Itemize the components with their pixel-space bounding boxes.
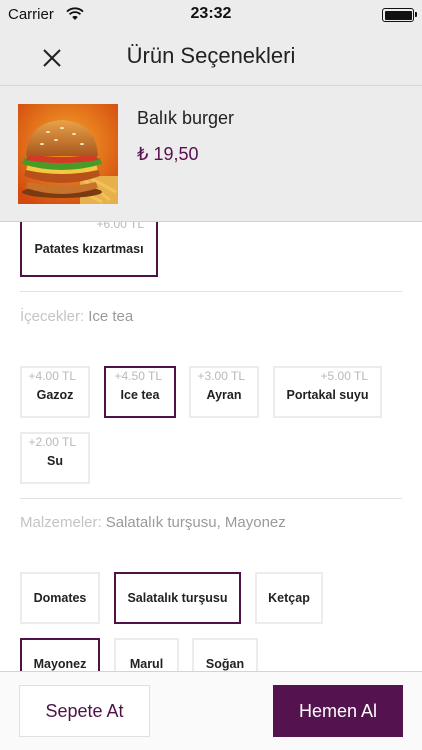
option-label: Ayran: [206, 388, 242, 402]
option-chip[interactable]: +2.00 TL Su: [20, 432, 90, 484]
status-bar: Carrier 23:32: [0, 0, 422, 30]
option-chip[interactable]: +4.50 TL Ice tea: [104, 366, 176, 418]
options-scroll[interactable]: +6.00 TL Patates kızartması İçecekler: Ic…: [0, 222, 422, 671]
page-title: Ürün Seçenekleri: [126, 43, 296, 68]
add-to-cart-button[interactable]: Sepete At: [19, 685, 150, 737]
option-price: +6.00 TL: [96, 222, 144, 231]
option-price: +4.00 TL: [28, 369, 76, 383]
option-label: Portakal suyu: [286, 388, 369, 402]
drinks-selected-value: Ice tea: [88, 308, 134, 325]
option-chip[interactable]: Domates: [20, 572, 100, 624]
option-label: Ice tea: [120, 388, 160, 402]
battery-icon: [382, 8, 417, 22]
option-chip[interactable]: Ketçap: [255, 572, 323, 624]
nav-bar: Ürün Seçenekleri: [0, 30, 422, 86]
option-label: Mayonez: [33, 657, 87, 671]
option-label: Marul: [129, 657, 164, 671]
product-name: Balık burger: [137, 108, 235, 128]
option-chip[interactable]: +6.00 TL Patates kızartması: [20, 222, 158, 277]
product-header: Balık burger ₺ 19,50: [0, 86, 422, 222]
clock: 23:32: [190, 5, 232, 22]
option-price: +2.00 TL: [28, 435, 76, 449]
ingredients-section-label: Malzemeler: Salatalık turşusu, Mayonez: [20, 514, 286, 531]
option-chip[interactable]: +5.00 TL Portakal suyu: [273, 366, 382, 418]
ingredients-selected-value: Salatalık turşusu, Mayonez: [105, 514, 286, 531]
option-price: +4.50 TL: [114, 369, 162, 383]
option-label: Soğan: [205, 657, 245, 671]
option-chip[interactable]: +4.00 TL Gazoz: [20, 366, 90, 418]
option-label: Su: [47, 454, 63, 468]
drinks-section-label: İçecekler: Ice tea: [20, 308, 133, 325]
option-chip[interactable]: Salatalık turşusu: [114, 572, 241, 624]
divider: [20, 291, 402, 292]
option-chip[interactable]: Marul: [114, 638, 179, 671]
option-price: +3.00 TL: [197, 369, 245, 383]
product-image: [18, 104, 118, 204]
drinks-label: İçecekler:: [20, 308, 85, 325]
option-price: +5.00 TL: [320, 369, 368, 383]
option-label: Domates: [33, 591, 87, 605]
option-chip[interactable]: +3.00 TL Ayran: [189, 366, 259, 418]
product-price: ₺ 19,50: [137, 144, 199, 164]
divider: [20, 498, 402, 499]
option-label: Salatalık turşusu: [127, 591, 228, 605]
option-chip[interactable]: Mayonez: [20, 638, 100, 671]
option-chip[interactable]: Soğan: [192, 638, 258, 671]
ingredients-label: Malzemeler:: [20, 514, 102, 531]
buy-now-button[interactable]: Hemen Al: [273, 685, 403, 737]
bottom-action-bar: Sepete At Hemen Al: [0, 671, 422, 750]
option-label: Ketçap: [268, 591, 310, 605]
option-label: Patates kızartması: [34, 241, 144, 256]
option-label: Gazoz: [36, 388, 74, 402]
